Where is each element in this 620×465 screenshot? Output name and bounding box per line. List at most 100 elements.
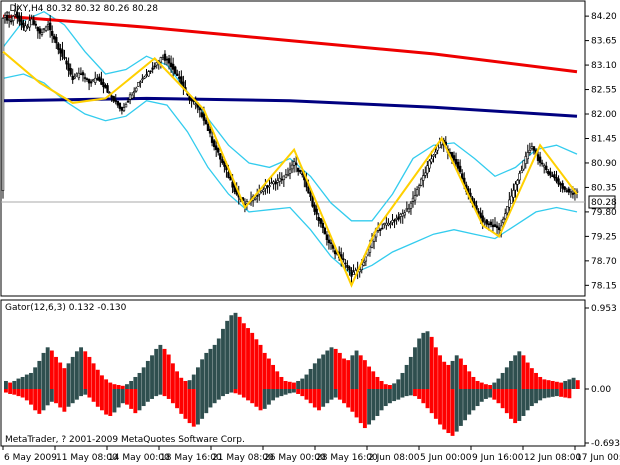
gator-lower-bar [525, 389, 530, 411]
gator-lower-bar [521, 389, 526, 416]
gator-lower-bar [108, 389, 113, 416]
candle [383, 222, 386, 229]
gator-lower-bar [342, 389, 346, 404]
gator-upper-bar [413, 347, 417, 389]
candle [61, 41, 64, 61]
candle [542, 163, 546, 174]
gator-lower-bar [333, 389, 338, 398]
candle-body [549, 171, 552, 176]
candle-body [538, 156, 542, 163]
candle-body [18, 15, 21, 22]
candle [176, 69, 179, 77]
candle-body [163, 53, 167, 61]
candle [212, 138, 216, 151]
gator-upper-bar [425, 331, 430, 389]
gator-upper-bar [246, 328, 250, 389]
gator-upper-bar [504, 367, 509, 389]
gator-upper-bar [308, 368, 313, 389]
candle-body [309, 192, 312, 198]
candle [483, 217, 486, 226]
candle-body [516, 180, 519, 185]
candle-body [32, 20, 35, 25]
candle-body [276, 180, 279, 183]
candle-body [491, 224, 495, 228]
candle-body [299, 169, 302, 173]
candle-body [385, 222, 388, 226]
gator-lower-bar [458, 389, 463, 426]
gator-upper-bar [166, 354, 171, 389]
candle-body [485, 219, 488, 225]
gator-lower-bar [438, 389, 442, 425]
candle-body [253, 197, 257, 200]
candle-body [407, 208, 411, 213]
candle [393, 218, 396, 229]
candle-body [133, 91, 136, 94]
gator-upper-bar [141, 367, 146, 389]
gator-lower-bar [287, 389, 292, 394]
candle [415, 186, 419, 197]
gator-lower-bar [91, 389, 96, 402]
candle-body [545, 165, 548, 170]
candle-body [559, 183, 562, 186]
candle-body [536, 154, 540, 161]
candle-body [411, 197, 415, 202]
candle-body [524, 156, 527, 164]
candle [317, 212, 320, 227]
gator-upper-bar [475, 380, 480, 389]
candle [514, 181, 517, 198]
candle-body [198, 107, 201, 111]
candle [419, 177, 423, 187]
gator-upper-bar [129, 380, 134, 389]
x-tick-label: 9 Jun 16:00 [472, 453, 524, 463]
candle-body [350, 269, 353, 277]
candle [38, 26, 42, 40]
candle-body [479, 212, 482, 219]
gator-upper-bar [488, 384, 493, 389]
candle [69, 63, 72, 77]
candle [561, 180, 564, 193]
metatrader-chart[interactable]: 84.20 83.65 83.10 82.55 82.00 81.45 80.90 80.35… [0, 0, 620, 465]
candle-body [114, 100, 117, 102]
candle [55, 33, 58, 49]
gator-upper-bar [388, 384, 392, 389]
gator-lower-bar [467, 389, 472, 415]
candle [563, 185, 566, 193]
candle-body [89, 81, 93, 84]
candle-body [317, 216, 320, 222]
candle-body [389, 223, 392, 225]
gator-upper-bar [108, 382, 113, 389]
candle-body [542, 165, 546, 168]
gator-lower-bar [158, 389, 163, 395]
candle-body [212, 140, 216, 147]
gator-upper-bar [125, 384, 129, 389]
candle-body [565, 190, 568, 192]
candle-body [73, 76, 76, 79]
y-tick-label: 78.15 [591, 281, 617, 291]
y-tick-label: 81.45 [591, 134, 617, 144]
candle [424, 166, 427, 179]
gator-lower-bar [191, 389, 196, 427]
candle-body [161, 57, 165, 60]
candle-body [167, 58, 171, 64]
candle [491, 219, 495, 233]
candle-body [53, 35, 56, 40]
gator-upper-bar [354, 350, 359, 389]
gator-upper-bar [446, 364, 451, 389]
candle-body [159, 57, 163, 63]
candle-body [458, 165, 462, 173]
candle-body [61, 49, 64, 57]
candle [397, 212, 400, 222]
gator-upper-bar [421, 332, 426, 389]
gator-upper-bar [145, 360, 150, 389]
y-tick-label: 80.35 [591, 183, 617, 193]
gator-upper-bar [237, 316, 242, 389]
candle-body [81, 72, 85, 76]
main-y-axis: 84.20 83.65 83.10 82.55 82.00 81.45 80.90 80.35… [585, 12, 617, 291]
gator-upper-bar [542, 379, 547, 389]
candle-body [149, 70, 152, 73]
gator-lower-bar [413, 389, 417, 397]
gator-upper-bar [408, 356, 413, 389]
gator-lower-bar [283, 389, 288, 395]
gator-upper-bar [225, 320, 230, 389]
gator-lower-bar [375, 389, 380, 416]
